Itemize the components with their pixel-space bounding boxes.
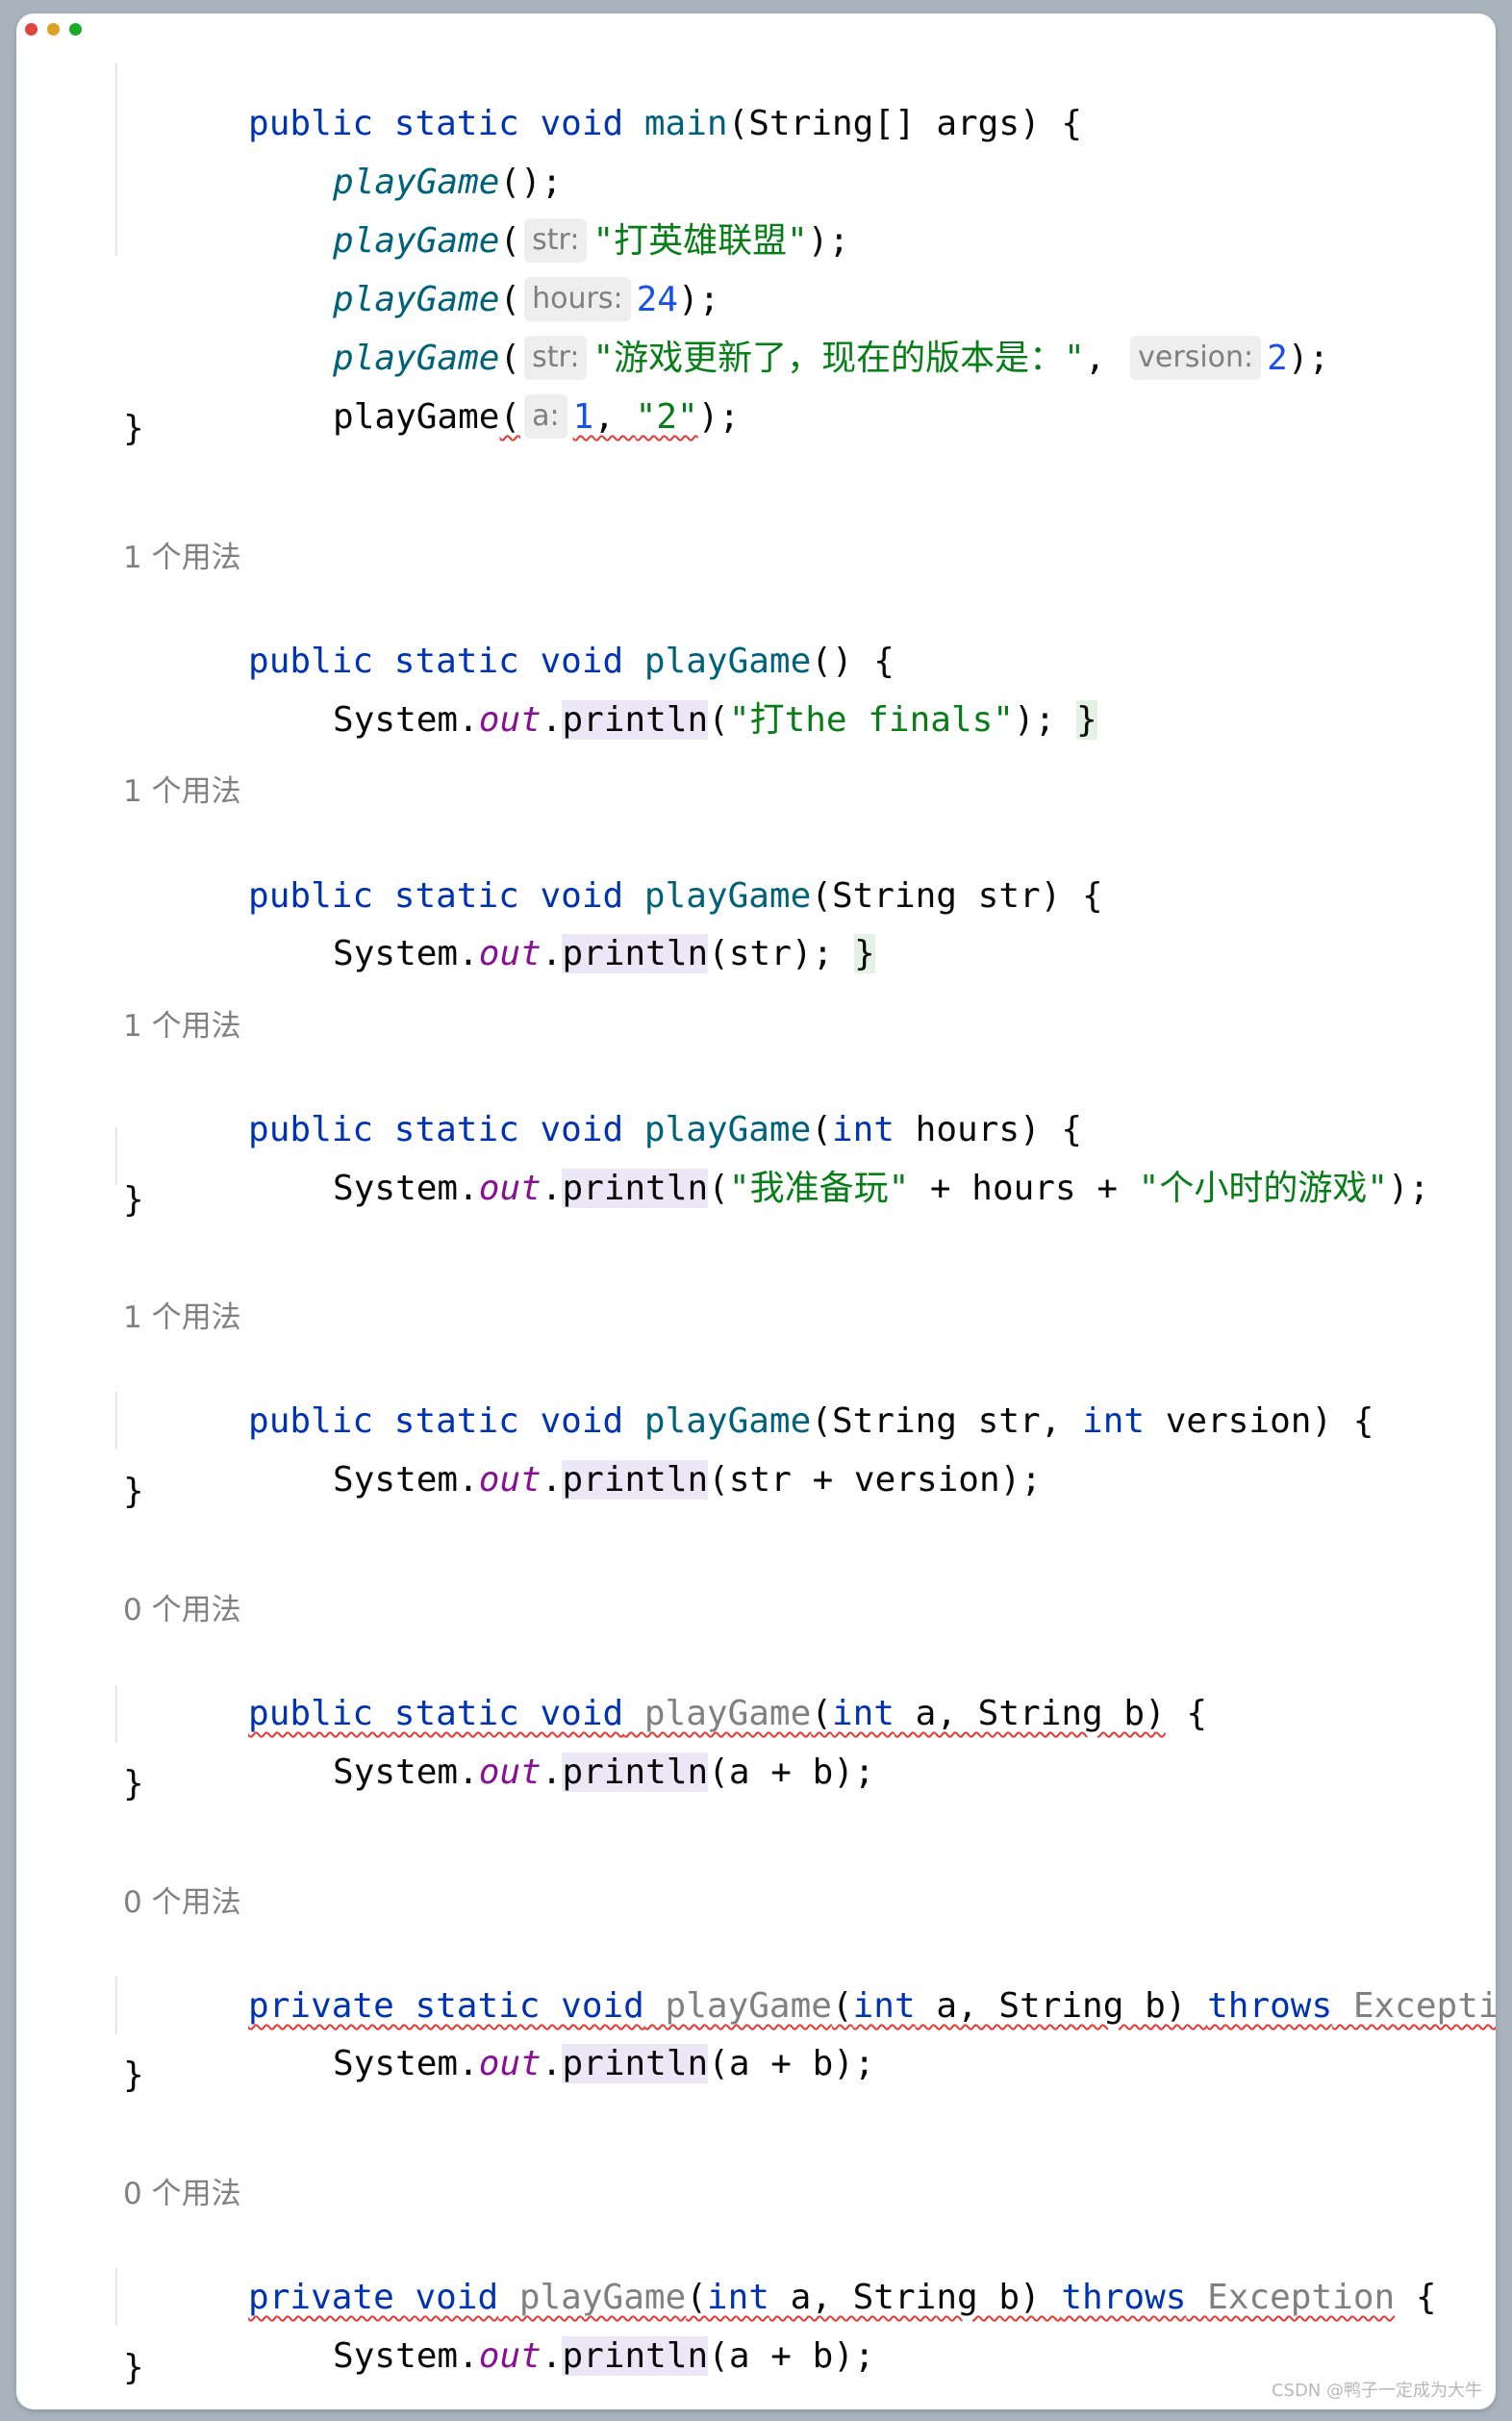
indent-guide bbox=[115, 1127, 117, 1185]
folded-brace[interactable]: } bbox=[1076, 700, 1097, 740]
method-name[interactable]: main bbox=[644, 104, 728, 143]
code-line: public static void playGame(String str, … bbox=[248, 1401, 1374, 1441]
closing-brace: } bbox=[123, 1180, 144, 1220]
comma: , bbox=[1084, 339, 1127, 378]
number-literal: 1 bbox=[572, 397, 594, 437]
usage-count[interactable]: 1 个用法 bbox=[123, 1299, 241, 1337]
code-line: playGame(str: "游戏更新了，现在的版本是：", version: 2)… bbox=[123, 290, 1329, 380]
param-list: (String[] args) { bbox=[727, 104, 1083, 143]
method-call[interactable]: playGame bbox=[333, 397, 499, 437]
code-line: public static void playGame() { bbox=[123, 593, 895, 681]
static-field: out bbox=[478, 700, 542, 740]
static-field: out bbox=[478, 1460, 542, 1500]
usage-count[interactable]: 0 个用法 bbox=[123, 1591, 241, 1629]
code-line: private void playGame(int a, String b) t… bbox=[248, 2278, 1437, 2317]
closing-brace: } bbox=[123, 2055, 144, 2095]
exception-type[interactable]: Exception bbox=[1353, 1986, 1496, 2026]
number-literal: 2 bbox=[1267, 339, 1288, 378]
class-ref: System. bbox=[333, 2336, 479, 2376]
code-line: System.out.println("打the finals"); } bbox=[333, 700, 1097, 740]
indent-guide bbox=[115, 63, 117, 256]
static-field: out bbox=[478, 2044, 542, 2083]
method-call[interactable]: println bbox=[562, 2336, 709, 2376]
exception-type[interactable]: Exception bbox=[1207, 2278, 1395, 2317]
class-ref: System. bbox=[333, 2044, 479, 2083]
indent-guide bbox=[115, 1685, 117, 1743]
static-field: out bbox=[478, 1753, 542, 1792]
usage-count[interactable]: 1 个用法 bbox=[123, 772, 241, 811]
code-line: public static void playGame(int hours) { bbox=[248, 1110, 1083, 1149]
code-line: System.out.println(a + b); bbox=[333, 1753, 875, 1792]
code-line: System.out.println(a + b); bbox=[333, 2336, 875, 2376]
code-line: private static void playGame(int a, Stri… bbox=[123, 1937, 1496, 2026]
code-editor[interactable]: public static void main(String[] args) {… bbox=[16, 13, 1496, 2409]
closing-brace: } bbox=[123, 1764, 144, 1803]
class-ref: System. bbox=[333, 934, 479, 973]
indent-guide bbox=[115, 1977, 117, 2034]
code-line: playGame(); bbox=[123, 113, 562, 202]
code-line: System.out.println(str + version); bbox=[333, 1460, 1042, 1500]
method-call[interactable]: println bbox=[562, 1169, 709, 1208]
method-call[interactable]: println bbox=[562, 2044, 709, 2083]
method-call[interactable]: println bbox=[562, 700, 709, 740]
call-end: ); bbox=[1287, 339, 1330, 378]
comma: , bbox=[593, 397, 636, 437]
keyword: throws bbox=[1207, 1986, 1333, 2026]
class-ref: System. bbox=[333, 1169, 479, 1208]
usage-count[interactable]: 1 个用法 bbox=[123, 1007, 241, 1046]
usage-count[interactable]: 1 个用法 bbox=[123, 539, 241, 577]
string-literal: "个小时的游戏" bbox=[1138, 1169, 1389, 1208]
keyword: int bbox=[1082, 1401, 1146, 1441]
usage-count[interactable]: 0 个用法 bbox=[123, 2175, 241, 2213]
call-end: ); bbox=[807, 221, 850, 261]
class-ref: System. bbox=[333, 1753, 479, 1792]
code-line: System.out.println("我准备玩" + hours + "个小时… bbox=[333, 1169, 1430, 1208]
editor-window: public static void main(String[] args) {… bbox=[16, 13, 1496, 2409]
string-literal: "2" bbox=[635, 397, 698, 437]
param-hint: version: bbox=[1130, 336, 1262, 380]
static-field: out bbox=[478, 2336, 542, 2376]
method-call[interactable]: println bbox=[562, 1753, 709, 1792]
paren: ( bbox=[499, 397, 521, 437]
code-line: playGame(str: "打英雄联盟"); bbox=[123, 172, 849, 263]
static-field: out bbox=[478, 934, 542, 973]
usage-count[interactable]: 0 个用法 bbox=[123, 1883, 241, 1922]
class-ref: System. bbox=[333, 1460, 479, 1500]
closing-brace: } bbox=[123, 2348, 144, 2387]
string-literal: "我准备玩" bbox=[728, 1169, 910, 1208]
class-ref: System. bbox=[333, 700, 479, 740]
method-call[interactable]: println bbox=[562, 1460, 709, 1500]
indent-guide bbox=[115, 1392, 117, 1450]
watermark: CSDN @鸭子一定成为大牛 bbox=[1271, 2381, 1482, 2401]
indent-guide bbox=[115, 2268, 117, 2326]
code-line: public static void main(String[] args) { bbox=[123, 55, 1082, 143]
code-line: public static void playGame(String str) … bbox=[123, 827, 1103, 916]
code-line: public static void playGame(int a, Strin… bbox=[248, 1694, 1208, 1733]
code-line: playGame(a: 1, "2"); bbox=[123, 348, 740, 439]
call-end: ); bbox=[697, 397, 741, 437]
keyword: throws bbox=[1061, 2278, 1187, 2317]
param-hint: a: bbox=[524, 394, 567, 439]
method-call[interactable]: println bbox=[562, 934, 709, 973]
closing-brace: } bbox=[123, 409, 144, 448]
folded-brace[interactable]: } bbox=[853, 934, 875, 973]
code-line: System.out.println(a + b); bbox=[333, 2044, 875, 2083]
static-field: out bbox=[478, 1169, 542, 1208]
code-line: System.out.println(str); } bbox=[333, 934, 875, 973]
closing-brace: } bbox=[123, 1472, 144, 1511]
code-line: playGame(hours: 24); bbox=[123, 231, 719, 321]
string-literal: "打the finals" bbox=[728, 700, 1014, 740]
